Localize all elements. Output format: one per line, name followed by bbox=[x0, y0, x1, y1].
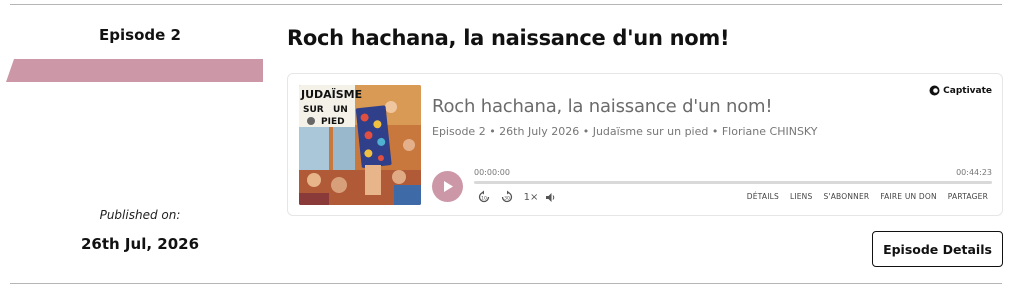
menu-subscribe[interactable]: S'ABONNER bbox=[823, 192, 869, 201]
current-time: 00:00:00 bbox=[474, 168, 510, 177]
play-button[interactable] bbox=[432, 171, 463, 202]
episode-sidebar: Episode 2 Published on: 26th Jul, 2026 bbox=[0, 0, 280, 291]
accent-band bbox=[6, 59, 263, 82]
player-meta: Episode 2 • 26th July 2026 • Judaïsme su… bbox=[432, 125, 818, 138]
published-date: 26th Jul, 2026 bbox=[80, 235, 199, 253]
episode-number: Episode 2 bbox=[99, 26, 181, 44]
svg-text:10: 10 bbox=[481, 196, 487, 202]
published-label: Published on: bbox=[99, 208, 181, 222]
playback-speed-button[interactable]: 1× bbox=[523, 189, 539, 205]
volume-icon bbox=[546, 192, 555, 202]
play-icon bbox=[443, 181, 453, 192]
menu-details[interactable]: DÉTAILS bbox=[747, 192, 779, 201]
svg-text:JUDAÏSME: JUDAÏSME bbox=[300, 87, 362, 101]
menu-links[interactable]: LIENS bbox=[790, 192, 813, 201]
forward-icon: 30 bbox=[501, 190, 513, 203]
menu-share[interactable]: PARTAGER bbox=[948, 192, 988, 201]
episode-title: Roch hachana, la naissance d'un nom! bbox=[287, 26, 730, 50]
menu-donate[interactable]: FAIRE UN DON bbox=[880, 192, 936, 201]
svg-text:SUR: SUR bbox=[303, 105, 324, 115]
captivate-brand[interactable]: Captivate bbox=[929, 85, 992, 96]
audio-player: JUDAÏSME SUR UN PIED Captivate Roch hach… bbox=[287, 73, 1003, 216]
brand-label: Captivate bbox=[943, 85, 992, 96]
player-menu: DÉTAILS LIENS S'ABONNER FAIRE UN DON PAR… bbox=[747, 192, 988, 201]
svg-text:UN: UN bbox=[333, 105, 348, 115]
svg-text:30: 30 bbox=[504, 196, 510, 202]
total-duration: 00:44:23 bbox=[956, 168, 992, 177]
svg-text:PIED: PIED bbox=[321, 117, 345, 127]
forward-button[interactable]: 30 bbox=[499, 189, 515, 205]
rewind-button[interactable]: 10 bbox=[476, 189, 492, 205]
bottom-divider bbox=[10, 283, 1002, 284]
player-title: Roch hachana, la naissance d'un nom! bbox=[432, 96, 773, 117]
captivate-logo-icon bbox=[929, 85, 940, 96]
progress-bar[interactable] bbox=[474, 181, 992, 184]
episode-details-button[interactable]: Episode Details bbox=[872, 231, 1003, 267]
volume-button[interactable] bbox=[544, 189, 558, 205]
rewind-icon: 10 bbox=[478, 190, 490, 203]
episode-cover-art: JUDAÏSME SUR UN PIED bbox=[299, 85, 421, 205]
